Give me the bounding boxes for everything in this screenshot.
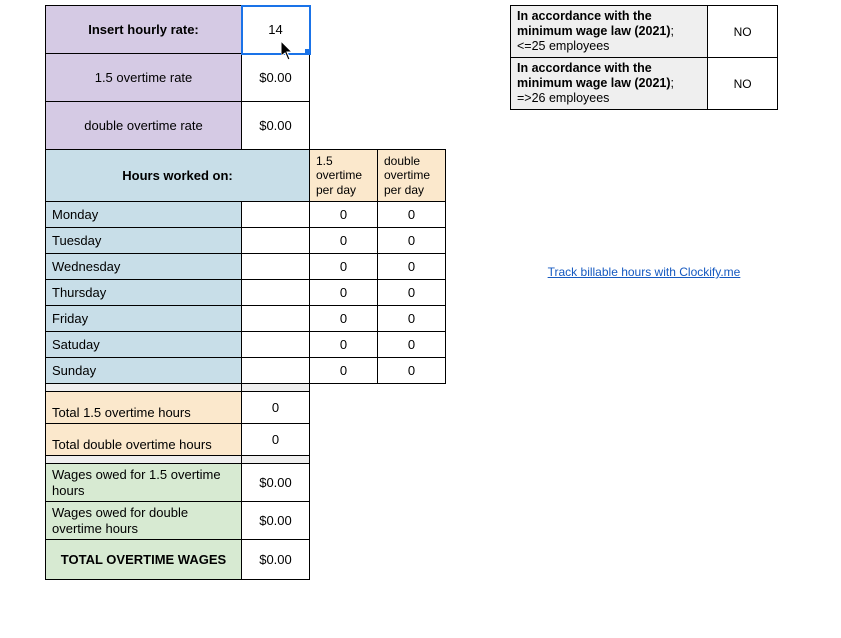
day-name: Monday — [46, 202, 241, 227]
ot15-rate-value: $0.00 — [242, 67, 309, 88]
hours-worked-header: Hours worked on: — [46, 150, 309, 201]
compliance-row[interactable]: In accordance with the minimum wage law … — [511, 58, 778, 110]
tot2-label: Total double overtime hours — [46, 424, 241, 455]
compliance-label: In accordance with the minimum wage law … — [511, 6, 707, 57]
clockify-link-container: Track billable hours with Clockify.me — [510, 265, 778, 279]
day-ot2: 0 — [378, 230, 445, 251]
day-ot2: 0 — [378, 334, 445, 355]
compliance-answer: NO — [708, 22, 777, 42]
day-ot15: 0 — [310, 230, 377, 251]
day-name: Satuday — [46, 332, 241, 357]
day-row[interactable]: Thursday 0 0 — [46, 280, 446, 306]
overtime-table[interactable]: Insert hourly rate: 14 1.5 overtime rate… — [45, 5, 446, 580]
day-ot2: 0 — [378, 282, 445, 303]
day-name: Sunday — [46, 358, 241, 383]
total-wages-label: TOTAL OVERTIME WAGES — [46, 540, 241, 579]
day-name: Wednesday — [46, 254, 241, 279]
w15-label: Wages owed for 1.5 overtime hours — [46, 464, 241, 501]
day-row[interactable]: Wednesday 0 0 — [46, 254, 446, 280]
spreadsheet-main[interactable]: Insert hourly rate: 14 1.5 overtime rate… — [45, 5, 446, 580]
ot2-rate-label: double overtime rate — [46, 102, 241, 149]
day-hours-cell[interactable] — [242, 332, 310, 358]
day-name: Thursday — [46, 280, 241, 305]
tot15-label: Total 1.5 overtime hours — [46, 392, 241, 423]
day-row[interactable]: Monday 0 0 — [46, 202, 446, 228]
day-hours-cell[interactable] — [242, 306, 310, 332]
day-name: Tuesday — [46, 228, 241, 253]
compliance-row[interactable]: In accordance with the minimum wage law … — [511, 6, 778, 58]
clockify-link[interactable]: Track billable hours with Clockify.me — [548, 265, 741, 279]
col-ot2-header: double overtime per day — [378, 151, 445, 200]
compliance-answer: NO — [708, 74, 777, 94]
hourly-rate-cell[interactable]: 14 — [242, 6, 310, 54]
day-ot2: 0 — [378, 308, 445, 329]
day-row[interactable]: Friday 0 0 — [46, 306, 446, 332]
day-name: Friday — [46, 306, 241, 331]
day-row[interactable]: Sunday 0 0 — [46, 358, 446, 384]
day-hours-cell[interactable] — [242, 358, 310, 384]
day-ot15: 0 — [310, 308, 377, 329]
tot2-value: 0 — [242, 429, 309, 450]
day-ot15: 0 — [310, 360, 377, 381]
w15-value: $0.00 — [242, 472, 309, 493]
day-ot15: 0 — [310, 256, 377, 277]
col-ot15-header: 1.5 overtime per day — [310, 151, 377, 200]
w2-label: Wages owed for double overtime hours — [46, 502, 241, 539]
compliance-label: In accordance with the minimum wage law … — [511, 58, 707, 109]
hourly-rate-value: 14 — [242, 19, 309, 40]
hourly-rate-label: Insert hourly rate: — [46, 6, 241, 53]
day-hours-cell[interactable] — [242, 254, 310, 280]
day-ot15: 0 — [310, 334, 377, 355]
day-hours-cell[interactable] — [242, 228, 310, 254]
w2-value: $0.00 — [242, 510, 309, 531]
tot15-value: 0 — [242, 397, 309, 418]
day-row[interactable]: Satuday 0 0 — [46, 332, 446, 358]
day-ot2: 0 — [378, 256, 445, 277]
ot2-rate-value: $0.00 — [242, 115, 309, 136]
day-hours-cell[interactable] — [242, 202, 310, 228]
day-row[interactable]: Tuesday 0 0 — [46, 228, 446, 254]
total-wages-value: $0.00 — [242, 549, 309, 570]
day-ot2: 0 — [378, 204, 445, 225]
day-ot2: 0 — [378, 360, 445, 381]
day-ot15: 0 — [310, 282, 377, 303]
compliance-table[interactable]: In accordance with the minimum wage law … — [510, 5, 778, 110]
ot15-rate-label: 1.5 overtime rate — [46, 54, 241, 101]
day-hours-cell[interactable] — [242, 280, 310, 306]
day-ot15: 0 — [310, 204, 377, 225]
